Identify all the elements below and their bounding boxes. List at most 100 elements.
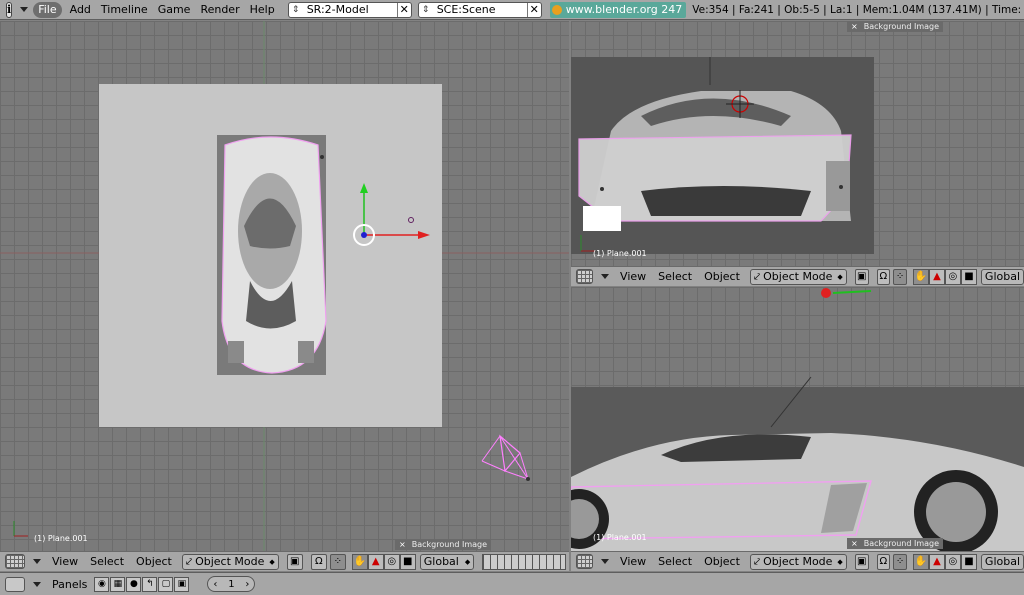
menu-object[interactable]: Object <box>130 555 178 568</box>
scene-context-icon[interactable]: ▣ <box>174 576 190 592</box>
menu-file[interactable]: File <box>33 1 62 18</box>
shading-icon[interactable]: ▣ <box>854 268 869 285</box>
header-collapse-icon[interactable] <box>33 581 41 587</box>
translate-icon[interactable]: ▲ <box>928 553 945 570</box>
scale-icon[interactable]: ■ <box>960 268 977 285</box>
active-object-label: (1) Plane.001 <box>34 534 88 543</box>
viewport-grid-icon[interactable] <box>576 554 594 569</box>
pivot-icon[interactable]: ⁘ <box>329 553 346 570</box>
translate-icon[interactable]: ▲ <box>367 553 384 570</box>
screen-name-field[interactable]: SR:2-Model <box>303 3 397 16</box>
background-image-tag[interactable]: × Background Image <box>847 21 944 32</box>
menu-view[interactable]: View <box>614 270 652 283</box>
scene-browse-icon[interactable]: ⇕ <box>419 3 433 17</box>
orientation-selector[interactable]: Global <box>980 268 1024 285</box>
car-light-left <box>228 341 244 363</box>
camera-line-d <box>481 435 501 462</box>
logic-icon[interactable]: ◉ <box>94 576 110 592</box>
header-collapse-icon[interactable] <box>601 274 610 279</box>
close-icon[interactable]: × <box>851 22 858 31</box>
scale-icon[interactable]: ■ <box>960 553 977 570</box>
viewport-grid-icon[interactable] <box>576 269 594 284</box>
menu-add[interactable]: Add <box>65 2 96 18</box>
snap-magnet-icon[interactable]: Ω <box>876 268 891 285</box>
car-front-grille <box>641 186 811 216</box>
editing-icon[interactable]: ▢ <box>158 576 174 592</box>
info-icon[interactable]: i <box>6 1 13 18</box>
car-front-side <box>826 161 850 211</box>
mode-selector[interactable]: ⤦ Object Mode ◆ <box>749 553 847 570</box>
vertex-dot <box>320 155 324 159</box>
chevron-right-icon[interactable]: › <box>245 579 249 590</box>
shading-icon[interactable]: ▣ <box>854 553 869 570</box>
menu-object[interactable]: Object <box>698 555 746 568</box>
frame-number-field[interactable]: ‹ 1 › <box>207 576 256 592</box>
scene-selector[interactable]: ⇕ SCE:Scene ✕ <box>417 1 542 18</box>
blender-url-link[interactable]: www.blender.org 247 <box>549 1 687 18</box>
chevron-updown-icon: ◆ <box>837 557 843 566</box>
scene-stats: Ve:354 | Fa:241 | Ob:5-5 | La:1 | Mem:1.… <box>692 3 1024 16</box>
layer-buttons[interactable] <box>482 553 567 570</box>
orientation-selector[interactable]: Global <box>980 553 1024 570</box>
viewport-front[interactable]: × Background Image (1) Plane.001 <box>571 21 1024 266</box>
snap-magnet-icon[interactable]: Ω <box>310 553 327 570</box>
top-view-canvas <box>0 21 569 551</box>
viewport-grid-icon[interactable] <box>5 554 25 569</box>
rotate-icon[interactable]: ◎ <box>944 553 961 570</box>
menu-object[interactable]: Object <box>698 270 746 283</box>
screen-selector[interactable]: ⇕ SR:2-Model ✕ <box>287 1 412 18</box>
panels-menu[interactable]: Panels <box>46 578 93 591</box>
scene-delete-icon[interactable]: ✕ <box>526 2 541 17</box>
mode-selector[interactable]: ⤦ Object Mode ◆ <box>749 268 847 285</box>
object-context-icon[interactable]: ↰ <box>142 576 158 592</box>
background-image-tag[interactable]: × Background Image <box>395 539 492 550</box>
menu-select[interactable]: Select <box>652 555 698 568</box>
orientation-selector[interactable]: Global ◆ <box>419 553 475 570</box>
menu-help[interactable]: Help <box>245 2 280 18</box>
menu-view[interactable]: View <box>614 555 652 568</box>
viewport-header-side: View Select Object ⤦ Object Mode ◆ ▣ Ω ⁘… <box>571 551 1024 571</box>
chevron-left-icon[interactable]: ‹ <box>213 579 217 590</box>
transform-manipulators: ✋ ▲ ◎ ■ <box>912 553 977 570</box>
menu-timeline[interactable]: Timeline <box>96 2 153 18</box>
menu-select[interactable]: Select <box>84 555 130 568</box>
header-collapse-icon[interactable] <box>33 559 41 564</box>
menu-view[interactable]: View <box>46 555 84 568</box>
menu-collapse-icon[interactable] <box>20 7 29 12</box>
buttons-window-header: Panels ◉ ▦ ● ↰ ▢ ▣ ‹ 1 › <box>0 572 1024 595</box>
shading-icon[interactable]: ▣ <box>286 553 303 570</box>
hand-icon[interactable]: ✋ <box>912 553 929 570</box>
pivot-icon[interactable]: ⁘ <box>893 268 907 285</box>
close-icon[interactable]: × <box>851 539 858 548</box>
buttons-window-icon[interactable] <box>5 576 25 592</box>
viewport-top[interactable]: (1) Plane.001 × Background Image <box>0 21 569 551</box>
rotate-icon[interactable]: ◎ <box>944 268 961 285</box>
header-collapse-icon[interactable] <box>601 559 610 564</box>
url-text: www.blender.org 247 <box>565 2 683 16</box>
mode-selector[interactable]: ⤦ Object Mode ◆ <box>181 553 279 570</box>
hand-icon[interactable]: ✋ <box>912 268 929 285</box>
menu-render[interactable]: Render <box>195 2 244 18</box>
vertex-b <box>839 185 843 189</box>
screen-browse-icon[interactable]: ⇕ <box>289 3 303 17</box>
background-image-tag[interactable]: × Background Image <box>847 538 944 549</box>
screen-delete-icon[interactable]: ✕ <box>396 2 411 17</box>
viewport-side[interactable]: (1) Plane.001 × Background Image <box>571 287 1024 551</box>
blender-logo-icon <box>551 4 562 15</box>
scale-icon[interactable]: ■ <box>399 553 416 570</box>
transform-manipulators: ✋ ▲ ◎ ■ <box>351 553 416 570</box>
script-icon[interactable]: ▦ <box>110 576 126 592</box>
close-icon[interactable]: × <box>399 540 406 549</box>
translate-icon[interactable]: ▲ <box>928 268 945 285</box>
viewport-header-left: View Select Object ⤦ Object Mode ◆ ▣ Ω ⁘… <box>0 551 569 571</box>
menu-select[interactable]: Select <box>652 270 698 283</box>
snap-magnet-icon[interactable]: Ω <box>876 553 891 570</box>
camera-line-b <box>519 452 529 480</box>
shading-context-icon[interactable]: ● <box>126 576 142 592</box>
active-object-label: (1) Plane.001 <box>593 249 647 258</box>
menu-game[interactable]: Game <box>153 2 196 18</box>
pivot-icon[interactable]: ⁘ <box>893 553 907 570</box>
scene-name-field[interactable]: SCE:Scene <box>433 3 527 16</box>
hand-icon[interactable]: ✋ <box>351 553 368 570</box>
rotate-icon[interactable]: ◎ <box>383 553 400 570</box>
